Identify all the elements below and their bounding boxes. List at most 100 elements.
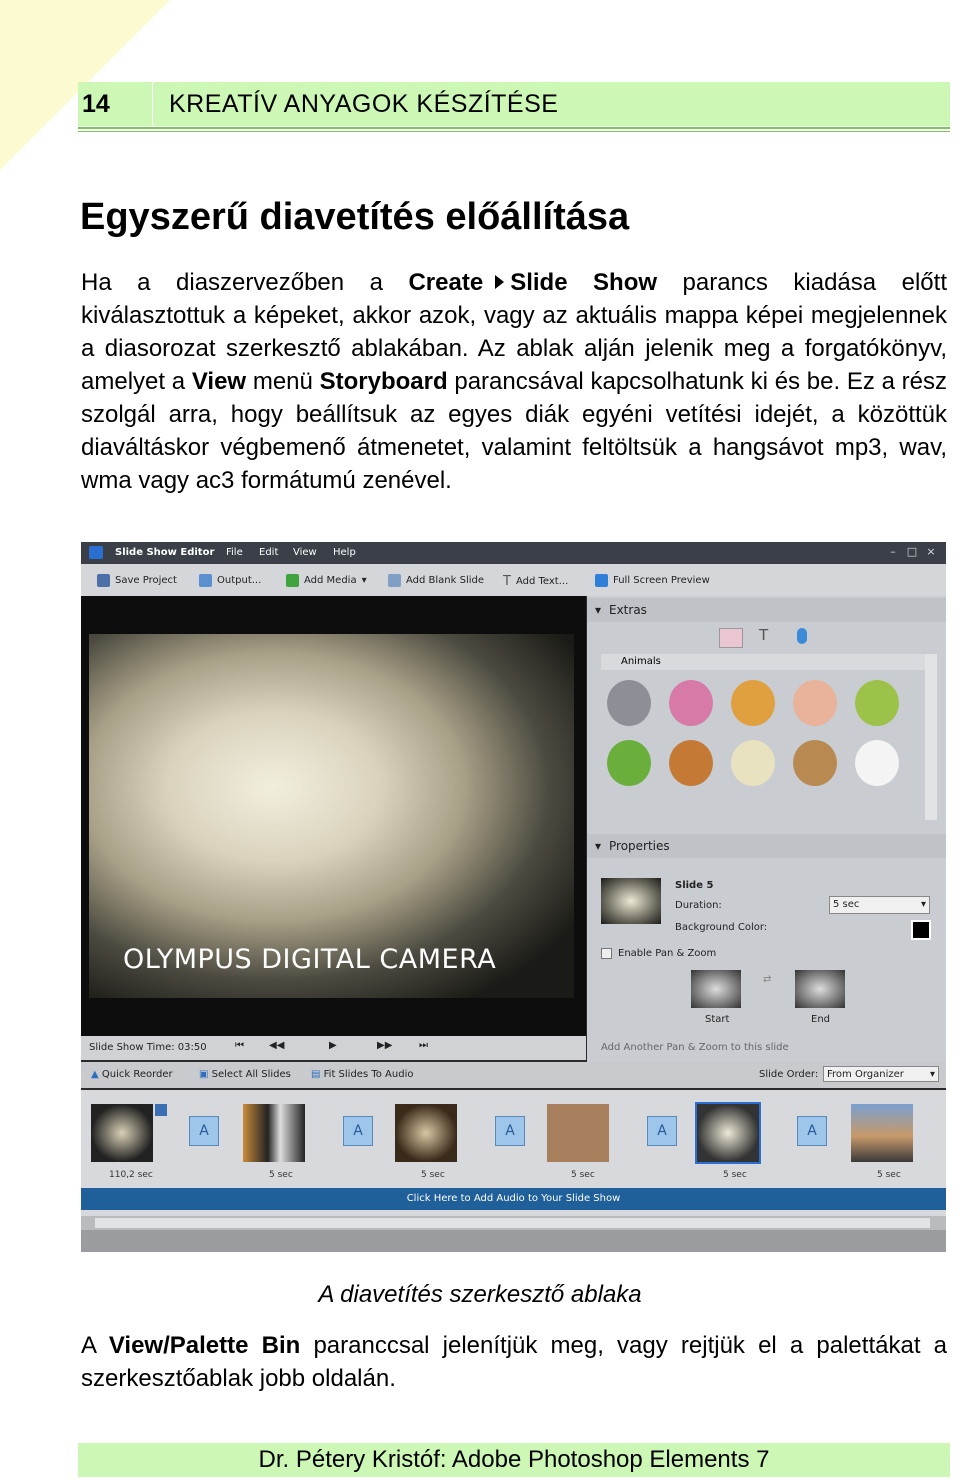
pan-zoom-checkbox[interactable]: Enable Pan & Zoom	[601, 948, 716, 959]
slide-thumb-3[interactable]	[395, 1104, 457, 1162]
menu-edit[interactable]: Edit	[259, 547, 278, 558]
storyboard-scrollbar[interactable]	[81, 1216, 946, 1230]
chevron-down-icon: ▾	[929, 1069, 935, 1080]
duration-label: Duration:	[675, 900, 722, 911]
quick-reorder-label: Quick Reorder	[101, 1069, 173, 1080]
animals-category[interactable]: Animals	[601, 654, 931, 670]
rabbit-graphic[interactable]	[793, 680, 837, 726]
sheep-graphic[interactable]	[731, 740, 775, 786]
menu-file[interactable]: File	[226, 547, 243, 558]
slide-thumb-1[interactable]	[91, 1104, 153, 1162]
slide-thumb-4[interactable]	[547, 1104, 609, 1162]
slide-duration[interactable]: 5 sec	[269, 1170, 293, 1180]
microphone-icon[interactable]	[797, 628, 807, 644]
intro-paragraph: Ha a diaszervezőben a Create Slide Show p…	[81, 266, 947, 497]
seahorse-graphic[interactable]	[855, 680, 899, 726]
maximize-icon[interactable]: □	[905, 546, 919, 558]
swap-icon[interactable]: ⇄	[763, 974, 777, 1004]
add-pan-zoom-label: Add Another Pan & Zoom to this slide	[601, 1042, 789, 1053]
previous-slide-icon[interactable]: ◀◀	[269, 1040, 284, 1051]
storyboard-controls: ▲ Quick Reorder ▣ Select All Slides ▤ Fi…	[81, 1062, 946, 1088]
storyboard: A A A A A 110,2 sec 5 sec 5 sec 5 sec 5 …	[81, 1090, 946, 1216]
tiger-graphic[interactable]	[731, 680, 775, 726]
photo-caption: OLYMPUS DIGITAL CAMERA	[123, 944, 497, 975]
menu-term-view: View	[191, 368, 247, 395]
transition-button[interactable]: A	[343, 1116, 373, 1146]
pan-end-frame[interactable]	[795, 970, 845, 1008]
output-button[interactable]: Output...	[199, 574, 261, 587]
checkbox-icon	[601, 948, 612, 959]
duration-select[interactable]: 5 sec ▾	[829, 896, 930, 914]
menu-help[interactable]: Help	[333, 547, 356, 558]
play-icon[interactable]: ▶	[329, 1040, 337, 1051]
text-tab-icon[interactable]: T	[759, 626, 768, 644]
page-heading: Egyszerű diavetítés előállítása	[80, 196, 630, 238]
full-screen-preview-button[interactable]: Full Screen Preview	[595, 574, 710, 587]
scrollbar-track[interactable]	[95, 1218, 930, 1228]
slide-thumb-6[interactable]	[851, 1104, 913, 1162]
slide-duration[interactable]: 110,2 sec	[109, 1170, 153, 1180]
animals-scrollbar[interactable]	[925, 654, 937, 820]
text-t-icon: T	[503, 574, 511, 589]
menu-term-palette-bin: View/Palette Bin	[108, 1332, 301, 1359]
cow-graphic[interactable]	[669, 680, 713, 726]
dinosaur-graphic[interactable]	[607, 740, 651, 786]
horse-graphic[interactable]	[669, 740, 713, 786]
transition-button[interactable]: A	[797, 1116, 827, 1146]
reorder-icon: ▲	[91, 1069, 99, 1080]
slide-show-time: Slide Show Time: 03:50	[89, 1042, 207, 1053]
graphics-tab-icon[interactable]	[719, 628, 743, 648]
monkey-graphic[interactable]	[793, 740, 837, 786]
add-blank-slide-button[interactable]: Add Blank Slide	[388, 574, 484, 587]
slide-order-value: From Organizer	[827, 1069, 904, 1080]
header-rule	[78, 127, 950, 129]
monitor-icon	[595, 574, 608, 587]
transition-button[interactable]: A	[495, 1116, 525, 1146]
film-icon	[155, 1104, 167, 1116]
text-run: menü	[246, 368, 320, 395]
transition-button[interactable]: A	[647, 1116, 677, 1146]
close-icon[interactable]: ×	[924, 546, 938, 558]
select-all-slides-button[interactable]: ▣ Select All Slides	[199, 1069, 291, 1080]
start-label: Start	[705, 1014, 730, 1025]
window-bottom-bar	[81, 1230, 946, 1252]
transition-button[interactable]: A	[189, 1116, 219, 1146]
add-pan-zoom-link[interactable]: Add Another Pan & Zoom to this slide	[601, 1042, 789, 1053]
slide-duration[interactable]: 5 sec	[571, 1170, 595, 1180]
minimize-icon[interactable]: –	[886, 546, 900, 558]
slide-duration[interactable]: 5 sec	[877, 1170, 901, 1180]
pan-start-frame[interactable]	[691, 970, 741, 1008]
figure-caption: A diavetítés szerkesztő ablaka	[318, 1281, 642, 1308]
slide-thumb-5-selected[interactable]	[695, 1102, 761, 1164]
rose-photo: OLYMPUS DIGITAL CAMERA	[89, 634, 574, 998]
slide-order-label: Slide Order:	[759, 1069, 819, 1080]
page-number: 14	[78, 82, 153, 126]
last-slide-icon[interactable]: ⏭	[419, 1040, 428, 1051]
chicken-graphic[interactable]	[855, 740, 899, 786]
save-project-button[interactable]: Save Project	[97, 574, 177, 587]
add-text-button[interactable]: T Add Text...	[503, 574, 568, 589]
slide-duration[interactable]: 5 sec	[421, 1170, 445, 1180]
slide-order-select[interactable]: From Organizer ▾	[823, 1066, 939, 1082]
add-audio-track[interactable]: Click Here to Add Audio to Your Slide Sh…	[81, 1188, 946, 1210]
properties-header[interactable]: Properties	[587, 834, 946, 858]
animal-graphics-grid	[603, 676, 923, 816]
add-media-button[interactable]: Add Media ▾	[286, 574, 367, 587]
slide-duration[interactable]: 5 sec	[723, 1170, 747, 1180]
plus-icon	[286, 574, 299, 587]
text-run: Ha a diaszervezőben a	[81, 269, 409, 296]
mouse-graphic[interactable]	[607, 680, 651, 726]
slide-thumb-2[interactable]	[243, 1104, 305, 1162]
menu-arrow-icon	[495, 275, 505, 289]
duration-value: 5 sec	[833, 899, 860, 910]
background-color-swatch[interactable]	[911, 920, 931, 940]
first-slide-icon[interactable]: ⏮	[235, 1040, 244, 1051]
slide-preview-area: OLYMPUS DIGITAL CAMERA	[81, 596, 586, 1036]
extras-header[interactable]: Extras	[587, 598, 946, 622]
quick-reorder-button[interactable]: ▲ Quick Reorder	[91, 1069, 173, 1080]
menu-view[interactable]: View	[293, 547, 317, 558]
app-icon	[89, 546, 103, 559]
next-slide-icon[interactable]: ▶▶	[377, 1040, 392, 1051]
add-audio-label: Click Here to Add Audio to Your Slide Sh…	[406, 1193, 621, 1204]
fit-slides-to-audio-button[interactable]: ▤ Fit Slides To Audio	[311, 1069, 413, 1080]
